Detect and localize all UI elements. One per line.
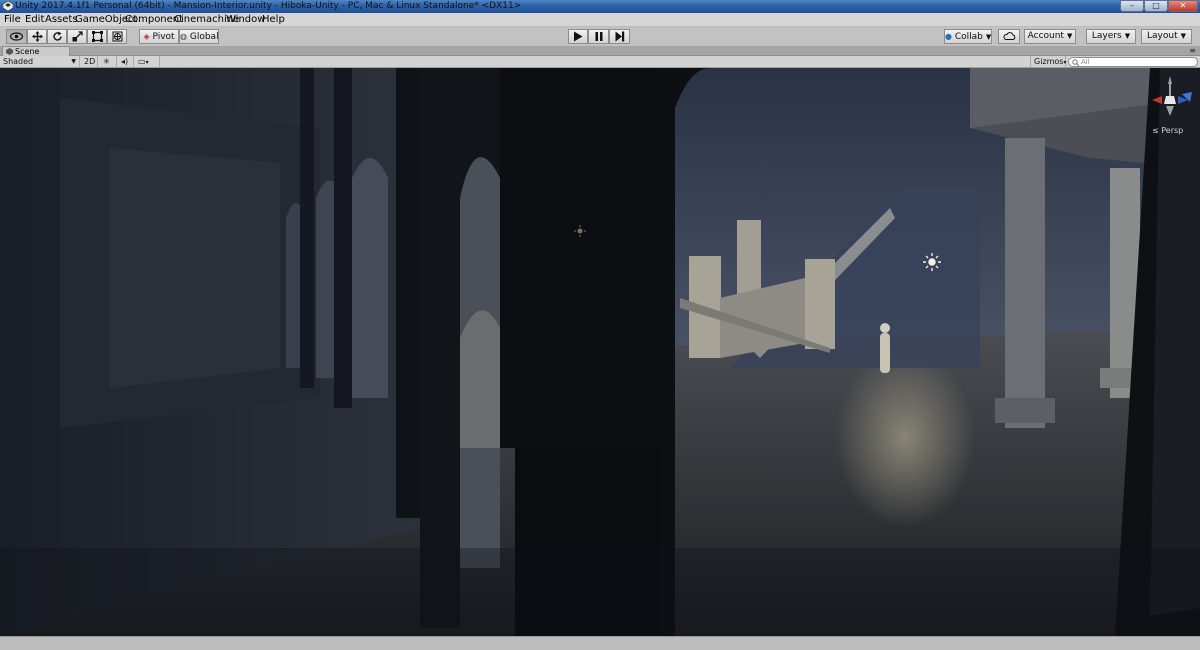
chevron-left-icon: ≤ [1152,126,1159,135]
move-icon [31,31,43,42]
rotate-tool-button[interactable] [47,29,67,44]
transform-icon [112,31,122,42]
main-toolbar: ◈ Pivot ◍ Global ● Collab ▼ Account ▼ Laye… [0,27,1200,46]
scene-control-bar: Shaded ▼ 2D ✳ ◂) ▭▾ Gizmos▾ All [0,56,1200,68]
layers-label: Layers [1091,31,1122,41]
maximize-button[interactable]: □ [1144,0,1168,12]
tab-scene-label: Scene [15,47,40,56]
pivot-toggle[interactable]: ◈ Pivot [139,29,179,44]
chevron-down-icon: ▼ [1180,32,1186,40]
play-icon [574,31,583,42]
menu-file[interactable]: File [1,13,24,27]
scene-viewport[interactable]: ≤ Persp [0,68,1200,636]
chevron-down-icon: ▼ [985,33,992,41]
cloud-icon [1002,32,1015,40]
tab-strip: Scene ≡ [0,46,1200,56]
pause-icon [595,32,602,41]
layers-dropdown[interactable]: Layers ▼ [1086,29,1136,44]
hand-tool-button[interactable] [6,29,27,44]
chevron-down-icon: ▼ [71,58,76,65]
layout-dropdown[interactable]: Layout ▼ [1141,29,1192,44]
move-tool-button[interactable] [27,29,47,44]
step-icon [615,31,624,42]
lighting-toggle[interactable]: ✳ [100,56,117,68]
rect-icon [91,31,103,42]
scene-render [0,68,1200,636]
unity-logo-icon [3,1,13,11]
collab-icon: ● [945,32,952,41]
gizmos-dropdown[interactable]: Gizmos▾ [1030,56,1067,68]
globe-icon: ◍ [180,32,187,41]
shading-mode-dropdown[interactable]: Shaded ▼ [0,56,80,68]
shading-mode-label: Shaded [3,57,34,66]
rect-tool-button[interactable] [87,29,107,44]
cloud-button[interactable] [998,29,1020,44]
account-label: Account [1027,31,1064,41]
chevron-down-icon: ▼ [1124,32,1131,40]
projection-label[interactable]: ≤ Persp [1152,126,1183,135]
pause-button[interactable] [588,29,609,44]
projection-text: Persp [1161,126,1184,135]
chevron-down-icon: ▾ [1063,59,1067,66]
orientation-gizmo-icon[interactable] [1144,74,1196,134]
effects-dropdown[interactable]: ▭▾ [135,56,160,68]
scene-search-input[interactable]: All [1068,57,1198,67]
transform-tool-button[interactable] [107,29,127,44]
rotate-icon [52,31,62,41]
menu-help[interactable]: Help [259,13,288,27]
speaker-icon: ◂) [121,57,129,66]
scale-icon [72,31,83,42]
search-placeholder: All [1081,58,1090,66]
window-title: Unity 2017.4.1f1 Personal (64bit) - Mans… [15,1,522,11]
layout-label: Layout [1147,31,1178,41]
scale-tool-button[interactable] [67,29,87,44]
global-toggle[interactable]: ◍ Global [179,29,219,44]
pivot-icon: ◈ [143,32,150,41]
mode-2d-toggle[interactable]: 2D [81,56,98,68]
tab-scene[interactable]: Scene [2,46,70,56]
sun-icon: ✳ [103,57,110,66]
image-icon: ▭ [138,57,146,66]
tab-menu-icon[interactable]: ≡ [1189,47,1196,55]
pivot-label: Pivot [152,32,175,42]
status-bar [0,636,1200,650]
play-button[interactable] [568,29,588,44]
eye-icon [10,32,23,41]
step-button[interactable] [609,29,630,44]
minimize-button[interactable]: – [1120,0,1144,12]
menu-bar: File Edit Assets GameObject Component Ci… [0,13,1200,27]
chevron-down-icon: ▾ [145,59,149,66]
account-dropdown[interactable]: Account ▼ [1024,29,1076,44]
close-button[interactable]: ✕ [1168,0,1198,12]
global-label: Global [189,32,219,42]
collab-dropdown[interactable]: ● Collab ▼ [944,29,992,44]
chevron-down-icon: ▼ [1066,32,1073,40]
title-bar: Unity 2017.4.1f1 Personal (64bit) - Mans… [0,0,1200,13]
gizmos-label: Gizmos [1034,57,1064,66]
collab-label: Collab [954,32,983,42]
audio-toggle[interactable]: ◂) [118,56,134,68]
search-icon [1072,59,1079,66]
scene-icon [6,48,13,55]
